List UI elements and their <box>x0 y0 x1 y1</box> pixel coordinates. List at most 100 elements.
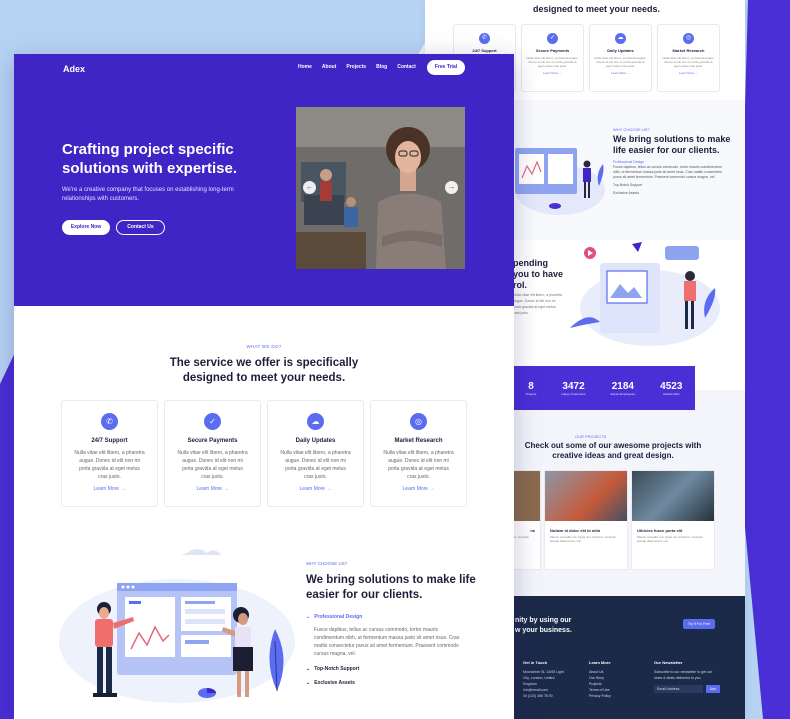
stat-caption: Projects <box>525 391 537 396</box>
free-trial-button[interactable]: Free Trial <box>427 60 465 75</box>
back-service-card: ◎ Market Research Nulla vitae elit libero,… <box>657 24 720 92</box>
back-footer: nity by using our w your business. Try I… <box>513 596 745 719</box>
footer-link[interactable]: Privacy Policy <box>589 693 629 699</box>
stat-number: 4523 <box>660 380 683 392</box>
project-desc: Mauris convallis non ligula non interdum… <box>637 535 703 543</box>
chevron-right-icon: ⌄ <box>306 666 311 672</box>
back-why-list: Professional Design Fusce dapibus, tellu… <box>613 160 723 196</box>
nav-contact[interactable]: Contact <box>397 64 416 70</box>
back-stats-bar: 8 Projects 3472 Happy Customers 2184 Expert… <box>513 366 695 410</box>
project-card[interactable]: Ultricies fusce porta elit Mauris convall… <box>631 470 715 570</box>
stat-caption: Happy Customers <box>561 391 586 396</box>
contact-us-button[interactable]: Contact Us <box>116 220 165 235</box>
nav-projects[interactable]: Projects <box>346 64 366 70</box>
footer-phone: 00 (123) 456 78 90 <box>523 694 553 698</box>
stat-item: 4523 Awards Won <box>660 381 682 396</box>
service-title: 24/7 Support <box>91 438 128 444</box>
back-why-title: We bring solutions to make life easier f… <box>613 134 731 155</box>
why-title: We bring solutions to make life easier f… <box>306 574 476 601</box>
project-image <box>545 471 627 521</box>
project-image <box>632 471 714 521</box>
why-item-support[interactable]: ⌄ Top-Notch Support <box>306 666 359 672</box>
why-item-professional-design[interactable]: ⌄ Professional Design <box>306 614 362 620</box>
learn-more-link[interactable]: Learn More → <box>268 486 363 492</box>
chart-icon: ◎ <box>683 33 694 44</box>
carousel-next-button[interactable]: → <box>445 181 458 194</box>
service-desc: Nulla vitae elit libero, a pharetra augu… <box>74 450 145 480</box>
explore-now-button[interactable]: Explore Now <box>62 220 110 235</box>
footer-col-heading: Get in Touch <box>523 660 548 665</box>
newsletter-email-input[interactable]: Email Address <box>654 685 703 693</box>
back-pending-title-text: pending you to have rol. <box>513 258 564 290</box>
back-why-desc: Fusce dapibus, tellus ac cursus commodo,… <box>613 165 723 179</box>
why-illustration <box>59 549 295 703</box>
service-card-support: ✆ 24/7 Support Nulla vitae elit libero, … <box>61 400 158 507</box>
carousel-prev-button[interactable]: ← <box>303 181 316 194</box>
back-card-link[interactable]: Learn More → <box>522 71 583 75</box>
project-title: Ultricies fusce porta elit <box>637 528 683 533</box>
stat-number: 8 <box>528 380 534 392</box>
why-label: WHY CHOOSE US? <box>306 561 348 566</box>
services-title-text: The service we offer is specifically des… <box>169 357 359 384</box>
stat-item: 3472 Happy Customers <box>562 381 586 396</box>
back-card-desc: Nulla vitae elit libero, a pharetra augu… <box>662 56 715 68</box>
services-cards: ✆ 24/7 Support Nulla vitae elit libero, … <box>61 400 467 507</box>
learn-more-link[interactable]: Learn More → <box>165 486 260 492</box>
back-projects-title: Check out some of our awesome projects w… <box>524 441 702 460</box>
service-desc: Nulla vitae elit libero, a pharetra augu… <box>177 450 248 480</box>
stat-number: 2184 <box>611 380 634 392</box>
back-card-link[interactable]: Learn More → <box>658 71 719 75</box>
phone-icon: ✆ <box>101 413 118 430</box>
project-card[interactable]: Nullam id dolor elit id nibh Mauris conva… <box>544 470 628 570</box>
back-why-item[interactable]: Top-Notch Support <box>613 183 723 188</box>
service-title: Market Research <box>394 438 443 444</box>
services-label: WHAT WE DO? <box>246 344 282 349</box>
nav-blog[interactable]: Blog <box>376 64 387 70</box>
learn-more-link[interactable]: Learn More → <box>62 486 157 492</box>
footer-address: Moonshine St. 14/05 Light City, London, … <box>523 670 564 686</box>
hero-photo: ← → <box>296 107 465 269</box>
back-illustration-dashboard <box>515 148 605 215</box>
stat-number: 3472 <box>562 380 585 392</box>
back-illustration-presentation <box>570 242 720 346</box>
back-card-desc: Nulla vitae elit libero, a pharetra augu… <box>526 56 579 68</box>
service-card-research: ◎ Market Research Nulla vitae elit liber… <box>370 400 467 507</box>
hero-title: Crafting project specific solutions with… <box>62 141 238 177</box>
nav-home[interactable]: Home <box>298 64 312 70</box>
main-nav: Home About Projects Blog Contact <box>298 64 416 70</box>
learn-more-link[interactable]: Learn More → <box>371 486 466 492</box>
back-card-title: Secure Payments <box>535 48 570 53</box>
newsletter-desc: Subscribe to our newsletter to get our n… <box>654 670 713 680</box>
footer-col-heading: Learn More <box>589 660 611 665</box>
back-service-card: ☁ Daily Updates Nulla vitae elit libero, a… <box>589 24 652 92</box>
chart-icon: ◎ <box>410 413 427 430</box>
service-card-updates: ☁ Daily Updates Nulla vitae elit libero,… <box>267 400 364 507</box>
chevron-down-icon: ⌄ <box>306 614 311 620</box>
hero-description: We're a creative company that focuses on… <box>62 187 234 202</box>
footer-col-heading: Our Newsletter <box>654 660 683 665</box>
service-card-payments: ✓ Secure Payments Nulla vitae elit liber… <box>164 400 261 507</box>
footer-col-contact: Get in Touch Moonshine St. 14/05 Light Ci… <box>523 660 567 699</box>
stat-item: 2184 Expert Employees <box>611 381 635 396</box>
service-title: Daily Updates <box>295 438 336 444</box>
service-desc: Nulla vitae elit libero, a pharetra augu… <box>383 450 454 480</box>
why-item-label: Professional Design <box>314 614 363 620</box>
back-why-label: WHY CHOOSE US? <box>613 127 650 132</box>
shield-icon: ✓ <box>547 33 558 44</box>
back-pending-title: pending you to have rol. <box>513 258 563 291</box>
chevron-right-icon: ⌄ <box>306 680 311 686</box>
service-title: Secure Payments <box>187 438 238 444</box>
back-card-link[interactable]: Learn More → <box>590 71 651 75</box>
logo[interactable]: Adex <box>63 64 85 74</box>
footer-try-button[interactable]: Try It For Free <box>683 619 715 629</box>
service-desc: Nulla vitae elit libero, a pharetra augu… <box>280 450 351 480</box>
back-card-title: Market Research <box>672 48 705 53</box>
why-item-assets[interactable]: ⌄ Exclusive Assets <box>306 680 355 686</box>
back-services-heading: designed to meet your needs. <box>533 4 661 14</box>
nav-about[interactable]: About <box>322 64 336 70</box>
newsletter-join-button[interactable]: Join <box>705 685 720 693</box>
why-item-label: Top-Notch Support <box>314 666 360 672</box>
front-page-preview: Adex Home About Projects Blog Contact Fr… <box>14 54 514 719</box>
hero-section: Adex Home About Projects Blog Contact Fr… <box>14 54 514 306</box>
back-why-item[interactable]: Exclusive Assets <box>613 191 723 196</box>
